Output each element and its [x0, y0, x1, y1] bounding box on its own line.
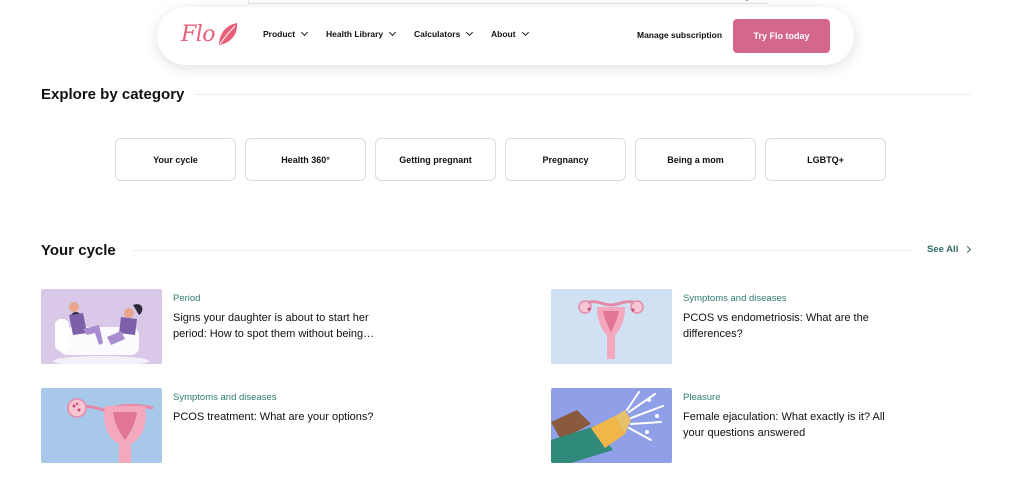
article-title[interactable]: PCOS vs endometriosis: What are the diff…	[683, 311, 898, 342]
article-thumbnail	[41, 388, 162, 463]
background-page-edge	[248, 0, 768, 4]
article-card[interactable]: Symptoms and diseases PCOS vs endometrio…	[551, 289, 901, 365]
article-card[interactable]: Pleasure Female ejaculation: What exactl…	[551, 388, 901, 464]
article-thumbnail	[41, 289, 162, 364]
category-lgbtq[interactable]: LGBTQ+	[765, 138, 886, 181]
explore-section-title: Explore by category	[41, 86, 185, 103]
category-your-cycle[interactable]: Your cycle	[115, 138, 236, 181]
nav-product[interactable]: Product	[263, 28, 309, 39]
chevron-down-icon	[389, 28, 397, 37]
see-all-link[interactable]: See All	[927, 244, 972, 255]
category-being-a-mom[interactable]: Being a mom	[635, 138, 756, 181]
nav-health-library[interactable]: Health Library	[326, 28, 397, 39]
nav-about[interactable]: About	[491, 28, 529, 39]
nav-health-library-label: Health Library	[326, 29, 384, 39]
chevron-right-icon	[964, 245, 972, 254]
article-tag: Period	[173, 293, 201, 304]
article-thumbnail	[551, 388, 672, 463]
see-all-label: See All	[927, 244, 959, 255]
article-title[interactable]: Female ejaculation: What exactly is it? …	[683, 410, 898, 441]
chevron-down-icon	[521, 28, 529, 37]
nav-calculators-label: Calculators	[414, 29, 461, 39]
divider	[133, 250, 913, 251]
chevron-down-icon	[466, 28, 474, 37]
article-tag: Pleasure	[683, 392, 721, 403]
article-thumbnail	[551, 289, 672, 364]
article-tag: Symptoms and diseases	[173, 392, 277, 403]
article-title[interactable]: Signs your daughter is about to start he…	[173, 311, 388, 342]
nav-about-label: About	[491, 29, 516, 39]
divider	[195, 94, 970, 95]
category-health-360[interactable]: Health 360°	[245, 138, 366, 181]
chevron-down-icon	[742, 0, 752, 2]
article-card[interactable]: Symptoms and diseases PCOS treatment: Wh…	[41, 388, 391, 464]
your-cycle-section-title: Your cycle	[41, 242, 116, 259]
flo-logo[interactable]: Flo	[181, 21, 240, 47]
feather-icon	[219, 23, 238, 45]
nav-calculators[interactable]: Calculators	[414, 28, 474, 39]
nav-product-label: Product	[263, 29, 296, 39]
category-getting-pregnant[interactable]: Getting pregnant	[375, 138, 496, 181]
article-card[interactable]: Period Signs your daughter is about to s…	[41, 289, 391, 365]
article-tag: Symptoms and diseases	[683, 293, 787, 304]
try-flo-button[interactable]: Try Flo today	[733, 19, 830, 53]
uterus-ovary-illustration	[41, 388, 162, 463]
chevron-down-icon	[301, 28, 309, 37]
navbar: Flo Product Health Library Calculators A…	[157, 7, 854, 65]
champagne-bottle-illustration	[551, 388, 672, 463]
uterus-illustration	[551, 289, 672, 364]
logo-text: Flo	[181, 21, 216, 47]
girls-on-sofa-illustration	[41, 289, 162, 364]
article-title[interactable]: PCOS treatment: What are your options?	[173, 410, 388, 426]
manage-subscription-link[interactable]: Manage subscription	[637, 30, 722, 40]
category-pregnancy[interactable]: Pregnancy	[505, 138, 626, 181]
